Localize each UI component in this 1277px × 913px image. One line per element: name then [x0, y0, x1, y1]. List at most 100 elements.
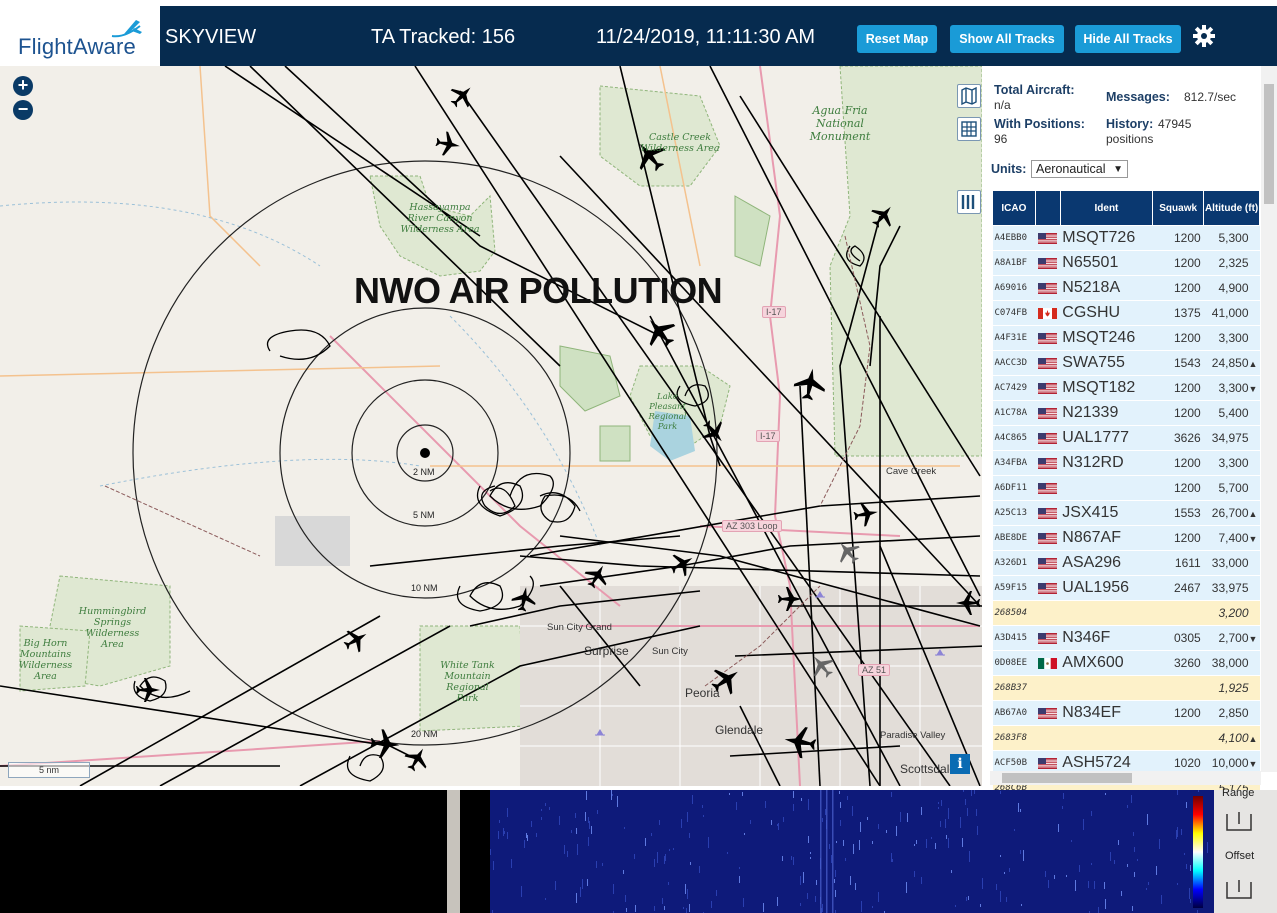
table-row[interactable]: A25C13 JSX415 1553 26,700▲	[992, 500, 1260, 526]
waterfall-streak	[938, 802, 939, 804]
table-row[interactable]: A34FBA N312RD 1200 3,300	[992, 450, 1260, 476]
map-layers-icon[interactable]	[957, 84, 981, 108]
spectrum-divider[interactable]	[447, 790, 460, 913]
app-title: SKYVIEW	[165, 26, 257, 48]
altitude-cell: 3,300	[1203, 325, 1260, 351]
waterfall-streak	[815, 896, 816, 902]
waterfall-streak	[1014, 829, 1015, 831]
grid-icon[interactable]	[957, 117, 981, 141]
altitude-value: 7,400	[1218, 531, 1249, 545]
flag-mx-icon	[1035, 650, 1061, 676]
units-select[interactable]: Aeronautical ▼	[1031, 160, 1128, 178]
waterfall-streak	[531, 821, 532, 827]
table-row[interactable]: A326D1 ASA296 1611 33,000	[992, 550, 1260, 576]
waterfall-streak	[589, 821, 590, 829]
info-icon[interactable]: i	[950, 754, 970, 774]
table-row[interactable]: A59F15 UAL1956 2467 33,975	[992, 575, 1260, 601]
waterfall-streak	[1207, 842, 1208, 853]
altitude-value: 33,975	[1211, 581, 1249, 595]
waterfall-streak	[645, 838, 646, 846]
table-row[interactable]: A4EBB0 MSQT726 1200 5,300	[992, 225, 1260, 251]
waterfall-streak	[1114, 860, 1115, 864]
table-row[interactable]: ABE8DE N867AF 1200 7,400▼	[992, 525, 1260, 551]
waterfall-streak	[810, 852, 811, 854]
waterfall-streak	[855, 883, 856, 890]
table-row[interactable]: A3D415 N346F 0305 2,700▼	[992, 625, 1260, 651]
table-row[interactable]: A6DF11 1200 5,700	[992, 475, 1260, 501]
waterfall-streak	[687, 889, 688, 899]
col-icao[interactable]: ICAO	[992, 190, 1036, 226]
scrollbar-thumb[interactable]	[1002, 773, 1132, 783]
altitude-cell: 4,100▲	[1203, 725, 1260, 751]
waterfall-streak	[690, 862, 691, 865]
reset-map-button[interactable]: Reset Map	[857, 25, 937, 53]
waterfall-streak	[801, 798, 802, 801]
waterfall-streak	[916, 840, 917, 844]
col-ident[interactable]: Ident	[1059, 190, 1154, 226]
ident-cell: MSQT246	[1060, 325, 1153, 351]
table-row[interactable]: AC7429 MSQT182 1200 3,300▼	[992, 375, 1260, 401]
table-row[interactable]: AB67A0 N834EF 1200 2,850	[992, 700, 1260, 726]
ident-cell	[1060, 675, 1153, 701]
offset-slider[interactable]	[1224, 878, 1254, 904]
waterfall-streak	[980, 904, 981, 907]
trend-icon: ▲	[1248, 734, 1258, 744]
waterfall-streak	[800, 903, 801, 906]
zoom-in-button[interactable]: +	[13, 76, 33, 96]
table-row[interactable]: 0D08EE AMX600 3260 38,000	[992, 650, 1260, 676]
squawk-cell	[1152, 600, 1204, 626]
columns-icon[interactable]	[957, 190, 981, 214]
waterfall-streak	[490, 849, 491, 855]
squawk-cell: 1553	[1152, 500, 1204, 526]
gear-icon[interactable]	[1192, 24, 1216, 48]
waterfall-streak	[926, 839, 927, 848]
range-label: Range	[1222, 787, 1255, 799]
waterfall-streak	[575, 813, 576, 818]
waterfall-streak	[1156, 866, 1157, 875]
flag-us-icon	[1035, 250, 1061, 276]
table-row[interactable]: C074FB CGSHU 1375 41,000	[992, 300, 1260, 326]
waterfall-streak	[744, 833, 745, 835]
col-altitude[interactable]: Altitude (ft)	[1203, 190, 1260, 226]
waterfall-streak	[1161, 895, 1162, 904]
table-row[interactable]: 268B37 1,925	[992, 675, 1260, 701]
table-row[interactable]: A8A1BF N65501 1200 2,325	[992, 250, 1260, 276]
table-row[interactable]: A1C78A N21339 1200 5,400	[992, 400, 1260, 426]
waterfall-streak	[1063, 793, 1064, 799]
waterfall-streak	[736, 802, 737, 810]
waterfall-streak	[1176, 830, 1177, 839]
waterfall-streak	[765, 801, 766, 808]
flightaware-logo[interactable]: FlightAware	[0, 6, 160, 66]
waterfall-streak	[793, 791, 794, 798]
scrollbar-thumb[interactable]	[1264, 84, 1274, 204]
zoom-out-button[interactable]: −	[13, 100, 33, 120]
waterfall-streak	[703, 815, 704, 817]
waterfall-streak	[689, 833, 690, 838]
table-row[interactable]: A69016 N5218A 1200 4,900	[992, 275, 1260, 301]
col-squawk[interactable]: Squawk	[1152, 190, 1205, 226]
map-view[interactable]: + − NWO AIR POLLUTION Hassayampa River C…	[0, 66, 982, 786]
waterfall-streak	[498, 831, 499, 839]
hide-all-tracks-button[interactable]: Hide All Tracks	[1075, 25, 1181, 53]
altitude-cell: 5,300	[1203, 225, 1260, 251]
range-slider[interactable]	[1224, 810, 1254, 836]
tracked-count: TA Tracked: 156	[371, 26, 516, 48]
waterfall-streak	[602, 863, 603, 866]
trend-icon: ▼	[1248, 634, 1258, 644]
table-row[interactable]: AACC3D SWA755 1543 24,850▲	[992, 350, 1260, 376]
squawk-cell: 1200	[1152, 525, 1204, 551]
flag-cell	[1035, 600, 1061, 626]
table-row[interactable]: A4C865 UAL1777 3626 34,975	[992, 425, 1260, 451]
vertical-scrollbar[interactable]	[1261, 66, 1277, 772]
show-all-tracks-button[interactable]: Show All Tracks	[950, 25, 1064, 53]
waterfall-streak	[1104, 882, 1105, 889]
table-row[interactable]: A4F31E MSQT246 1200 3,300	[992, 325, 1260, 351]
horizontal-scrollbar[interactable]	[990, 771, 1261, 785]
icao-cell: AACC3D	[992, 350, 1036, 376]
col-flag[interactable]	[1034, 190, 1061, 226]
waterfall-streak	[829, 844, 830, 849]
altitude-cell: 34,975	[1203, 425, 1260, 451]
table-row[interactable]: 268504 3,200	[992, 600, 1260, 626]
table-row[interactable]: 2683F8 4,100▲	[992, 725, 1260, 751]
waterfall-streak	[878, 824, 879, 829]
